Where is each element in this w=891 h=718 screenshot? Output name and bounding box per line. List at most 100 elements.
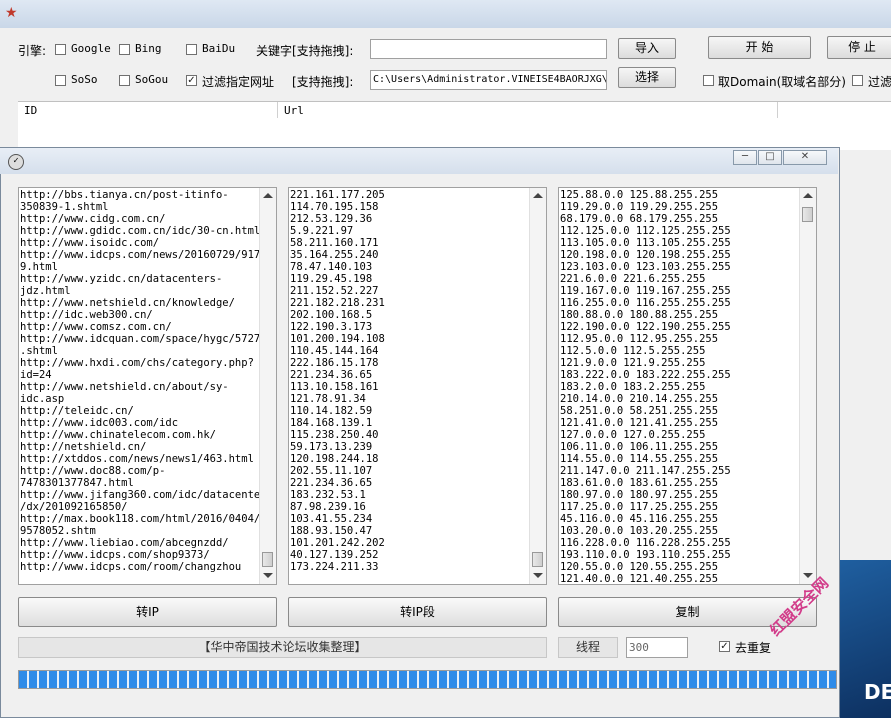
ip-line: 212.53.129.36 bbox=[290, 213, 373, 225]
ip-line: 78.47.140.103 bbox=[290, 261, 373, 273]
scroll-up-icon[interactable] bbox=[803, 193, 813, 198]
ip-line: 221.234.36.65 bbox=[290, 477, 373, 489]
url-line: http://www.jifang360.com/idc/datacenter bbox=[20, 489, 260, 501]
url-line: http://www.chinatelecom.com.hk/ bbox=[20, 429, 216, 441]
sogou-checkbox[interactable] bbox=[119, 75, 130, 86]
scroll-thumb[interactable] bbox=[262, 552, 273, 567]
ip-line: 40.127.139.252 bbox=[290, 549, 379, 561]
url-line: http://www.idc003.com/idc bbox=[20, 417, 179, 429]
stop-button[interactable]: 停 止 bbox=[827, 36, 891, 59]
progress-bar bbox=[18, 670, 837, 689]
ip-line: 211.152.52.227 bbox=[290, 285, 379, 297]
domain-label: 取Domain(取域名部分) bbox=[718, 75, 846, 89]
range-line: 117.25.0.0 117.25.255.255 bbox=[560, 501, 719, 513]
ip-textarea[interactable]: 221.161.177.205 114.70.195.158 212.53.129.… bbox=[288, 187, 547, 585]
url-line: http://www.idcps.com/shop9373/ bbox=[20, 549, 210, 561]
url-line: jdz.html bbox=[20, 285, 71, 297]
url-line: http://www.cidg.com.cn/ bbox=[20, 213, 166, 225]
ip-line: 5.9.221.97 bbox=[290, 225, 354, 237]
range-line: 112.5.0.0 112.5.255.255 bbox=[560, 345, 706, 357]
column-divider bbox=[777, 102, 778, 119]
ip-line: 188.93.150.47 bbox=[290, 525, 373, 537]
url-line: http://www.liebiao.com/abcegnzdd/ bbox=[20, 537, 229, 549]
url-line: http://www.gdidc.com.cn/idc/30-cn.html bbox=[20, 225, 260, 237]
scroll-thumb[interactable] bbox=[802, 207, 813, 222]
url-line: http://www.yzidc.cn/datacenters- bbox=[20, 273, 223, 285]
ip-line: 120.198.244.18 bbox=[290, 453, 379, 465]
url-line: http://xtddos.com/news/news1/463.html bbox=[20, 453, 254, 465]
to-ip-range-button[interactable]: 转IP段 bbox=[288, 597, 547, 627]
range-line: 183.222.0.0 183.222.255.255 bbox=[560, 369, 731, 381]
range-line: 120.198.0.0 120.198.255.255 bbox=[560, 249, 731, 261]
range-textarea[interactable]: 125.88.0.0 125.88.255.255 119.29.0.0 119.… bbox=[558, 187, 817, 585]
url-line: http://netshield.cn/ bbox=[20, 441, 147, 453]
keyword-label: 关键字[支持拖拽]: bbox=[256, 44, 354, 58]
threads-label: 线程 bbox=[558, 637, 618, 658]
url-line: idc.asp bbox=[20, 393, 65, 405]
ip-line: 221.161.177.205 bbox=[290, 189, 385, 201]
scroll-up-icon[interactable] bbox=[263, 193, 273, 198]
range-line: 180.88.0.0 180.88.255.255 bbox=[560, 309, 719, 321]
url-line: http://teleidc.cn/ bbox=[20, 405, 134, 417]
ip-line: 59.173.13.239 bbox=[290, 441, 373, 453]
result-list[interactable] bbox=[18, 118, 891, 150]
url-line: http://www.hxdi.com/chs/category.php? bbox=[20, 357, 254, 369]
url-line: http://www.idcps.com/news/20160729/9175 bbox=[20, 249, 260, 261]
close-icon[interactable]: ✕ bbox=[783, 150, 827, 165]
scroll-down-icon[interactable] bbox=[263, 573, 273, 578]
range-line: 112.125.0.0 112.125.255.255 bbox=[560, 225, 731, 237]
ip-line: 113.10.158.161 bbox=[290, 381, 379, 393]
url-line: http://www.idcquan.com/space/hygc/57271 bbox=[20, 333, 260, 345]
range-scrollbar[interactable] bbox=[799, 188, 816, 584]
baidu-label: BaiDu bbox=[202, 42, 236, 55]
start-button[interactable]: 开 始 bbox=[708, 36, 811, 59]
range-line: 183.2.0.0 183.2.255.255 bbox=[560, 381, 706, 393]
range-line: 116.228.0.0 116.228.255.255 bbox=[560, 537, 731, 549]
ip-line: 173.224.211.33 bbox=[290, 561, 379, 573]
url-line: .shtml bbox=[20, 345, 58, 357]
scroll-thumb[interactable] bbox=[532, 552, 543, 567]
drag-label: [支持拖拽]: bbox=[292, 75, 354, 89]
ip-line: 87.98.239.16 bbox=[290, 501, 366, 513]
filter-site-checkbox[interactable]: ✓ bbox=[186, 75, 197, 86]
url-textarea[interactable]: http://bbs.tianya.cn/post-itinfo- 350839-… bbox=[18, 187, 277, 585]
ip-line: 58.211.160.171 bbox=[290, 237, 379, 249]
url-line: 7478301377847.html bbox=[20, 477, 134, 489]
soso-label: SoSo bbox=[71, 73, 98, 86]
range-line: 68.179.0.0 68.179.255.255 bbox=[560, 213, 719, 225]
filter-checkbox[interactable] bbox=[852, 75, 863, 86]
url-scrollbar[interactable] bbox=[259, 188, 276, 584]
baidu-checkbox[interactable] bbox=[186, 44, 197, 55]
path-input[interactable]: C:\Users\Administrator.VINEISE4BAORJXG\ bbox=[370, 70, 607, 90]
dedupe-checkbox[interactable]: ✓ bbox=[719, 641, 730, 652]
range-line: 119.167.0.0 119.167.255.255 bbox=[560, 285, 731, 297]
minimize-icon[interactable]: ─ bbox=[733, 150, 757, 165]
ip-line: 221.182.218.231 bbox=[290, 297, 385, 309]
keyword-input[interactable] bbox=[370, 39, 607, 59]
range-line: 113.105.0.0 113.105.255.255 bbox=[560, 237, 731, 249]
select-button[interactable]: 选择 bbox=[618, 67, 676, 88]
column-url[interactable]: Url bbox=[284, 104, 304, 117]
range-line: 125.88.0.0 125.88.255.255 bbox=[560, 189, 719, 201]
maximize-icon[interactable]: □ bbox=[758, 150, 782, 165]
desktop-logo-text: DEE bbox=[864, 680, 891, 704]
ip-scrollbar[interactable] bbox=[529, 188, 546, 584]
url-line: id=24 bbox=[20, 369, 52, 381]
scroll-down-icon[interactable] bbox=[533, 573, 543, 578]
bing-checkbox[interactable] bbox=[119, 44, 130, 55]
url-line: http://www.doc88.com/p- bbox=[20, 465, 166, 477]
column-id[interactable]: ID bbox=[24, 104, 37, 117]
ip-line: 202.55.11.107 bbox=[290, 465, 373, 477]
ip-line: 122.190.3.173 bbox=[290, 321, 373, 333]
column-divider bbox=[277, 102, 278, 119]
url-line: http://max.book118.com/html/2016/0404/3 bbox=[20, 513, 260, 525]
threads-input[interactable]: 300 bbox=[626, 637, 688, 658]
ip-line: 121.78.91.34 bbox=[290, 393, 366, 405]
domain-checkbox[interactable] bbox=[703, 75, 714, 86]
soso-checkbox[interactable] bbox=[55, 75, 66, 86]
import-button[interactable]: 导入 bbox=[618, 38, 676, 59]
google-checkbox[interactable] bbox=[55, 44, 66, 55]
to-ip-button[interactable]: 转IP bbox=[18, 597, 277, 627]
engine-label: 引擎: bbox=[18, 44, 47, 58]
scroll-up-icon[interactable] bbox=[533, 193, 543, 198]
